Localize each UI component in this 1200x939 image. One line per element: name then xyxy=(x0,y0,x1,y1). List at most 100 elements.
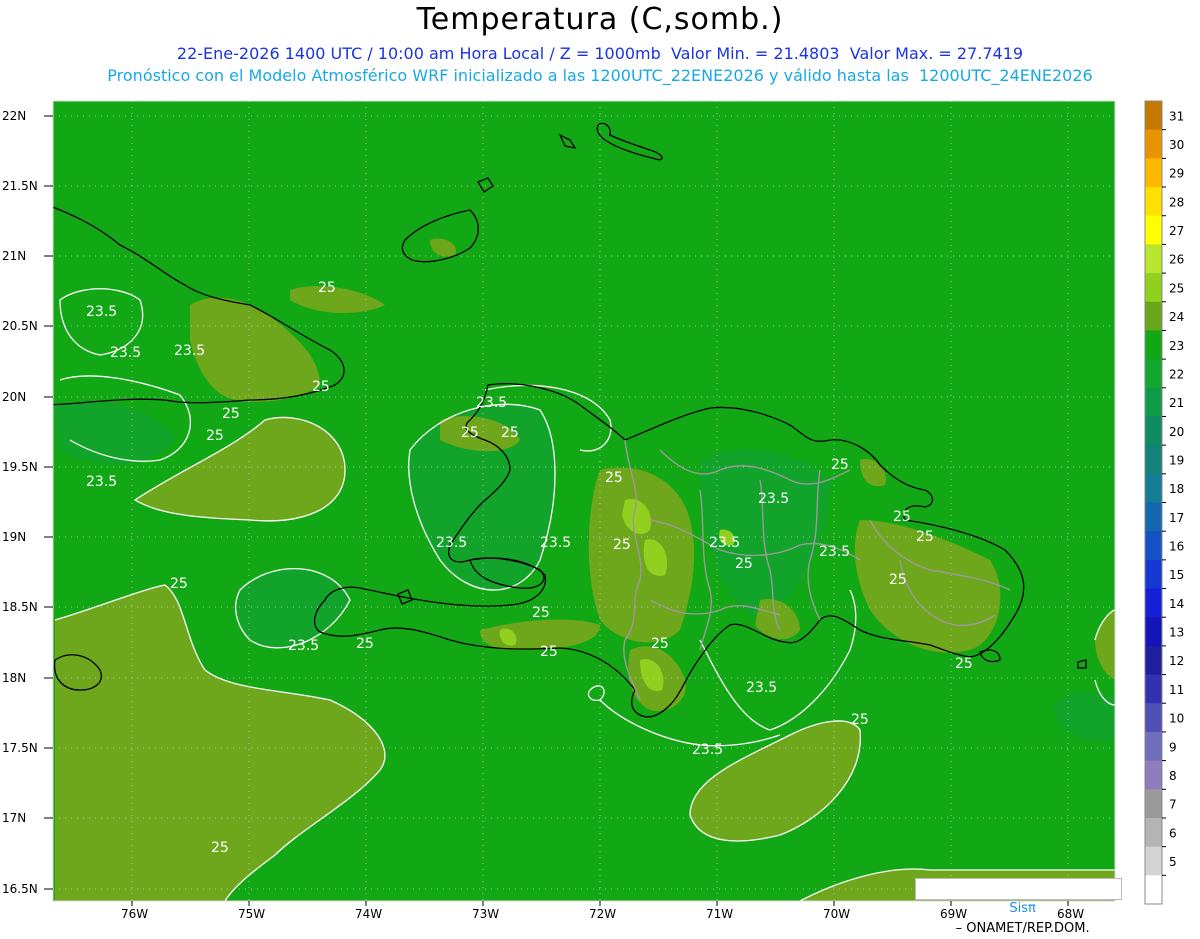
colorbar-cell xyxy=(1145,645,1162,676)
colorbar-cell xyxy=(1145,129,1162,159)
colorbar-tick-label: 27 xyxy=(1169,224,1184,238)
weather-map: 25 23.5 23.5 23.5 25 25 25 23.5 23.5 25 … xyxy=(2,100,1184,921)
lat-label: 18.5N xyxy=(2,600,38,614)
colorbar-cell xyxy=(1145,301,1162,331)
lon-label: 70W xyxy=(823,907,850,921)
lon-label: 74W xyxy=(355,907,382,921)
contour-label: 25 xyxy=(613,537,631,553)
contour-label: 25 xyxy=(318,280,336,296)
contour-label: 25 xyxy=(889,572,907,588)
contour-label: 23.5 xyxy=(709,535,740,551)
colorbar-tick-label: 29 xyxy=(1169,167,1184,181)
lat-label: 19N xyxy=(2,530,26,544)
colorbar-tick-label: 13 xyxy=(1169,626,1184,640)
colorbar-tick-label: 19 xyxy=(1169,453,1184,467)
colorbar-cell xyxy=(1145,703,1162,733)
colorbar-tick-label: 30 xyxy=(1169,138,1184,152)
latitude-axis: 22N 21.5N 21N 20.5N 20N 19.5N 19N 18.5N … xyxy=(2,109,38,896)
colorbar xyxy=(1145,101,1162,905)
contour-label: 25 xyxy=(955,656,973,672)
longitude-axis: 76W 75W 74W 73W 72W 71W 70W 69W 68W xyxy=(121,907,1084,921)
contour-label: 23.5 xyxy=(692,742,723,758)
contour-label: 23.5 xyxy=(819,544,850,560)
colorbar-tick-label: 10 xyxy=(1169,712,1184,726)
colorbar-tick-label: 25 xyxy=(1169,281,1184,295)
contour-label: 25 xyxy=(540,644,558,660)
contour-label: 23.5 xyxy=(476,395,507,411)
contour-label: 23.5 xyxy=(86,474,117,490)
colorbar-cell xyxy=(1145,387,1162,417)
colorbar-tick-label: 23 xyxy=(1169,339,1184,353)
colorbar-tick-label: 12 xyxy=(1169,654,1184,668)
colorbar-cell xyxy=(1145,244,1162,274)
colorbar-tick-label: 6 xyxy=(1169,826,1177,840)
contour-label: 23.5 xyxy=(758,491,789,507)
colorbar-cell xyxy=(1145,875,1162,905)
colorbar-tick-label: 17 xyxy=(1169,511,1184,525)
colorbar-cell xyxy=(1145,789,1162,819)
colorbar-tick-label: 7 xyxy=(1169,798,1177,812)
lat-label: 16.5N xyxy=(2,882,38,896)
colorbar-cell xyxy=(1145,817,1162,848)
credit-org: – ONAMET/REP.DOM. xyxy=(955,921,1090,936)
lon-label: 75W xyxy=(238,907,265,921)
colorbar-cell xyxy=(1145,559,1162,590)
credit-logo: Sisπ xyxy=(1009,901,1036,916)
lat-label: 17.5N xyxy=(2,741,38,755)
colorbar-cell xyxy=(1145,187,1162,217)
colorbar-tick-label: 24 xyxy=(1169,310,1184,324)
colorbar-cell xyxy=(1145,617,1162,647)
contour-label: 25 xyxy=(461,425,479,441)
colorbar-cell xyxy=(1145,531,1162,561)
contour-label: 25 xyxy=(851,712,869,728)
contour-label: 25 xyxy=(170,576,188,592)
colorbar-cell xyxy=(1145,674,1162,704)
contour-label: 25 xyxy=(916,529,934,545)
contour-label: 25 xyxy=(501,425,519,441)
lat-label: 18N xyxy=(2,671,26,685)
contour-label: 25 xyxy=(532,605,550,621)
contour-label: 23.5 xyxy=(746,680,777,696)
colorbar-cell xyxy=(1145,215,1162,245)
colorbar-cell xyxy=(1145,330,1162,360)
colorbar-tick-label: 18 xyxy=(1169,482,1184,496)
colorbar-cell xyxy=(1145,101,1162,131)
contour-label: 23.5 xyxy=(174,343,205,359)
contour-label: 23.5 xyxy=(110,345,141,361)
lon-label: 76W xyxy=(121,907,148,921)
latitude-ticks xyxy=(44,115,53,890)
colorbar-ticks: 31 30 29 28 27 26 25 24 23 22 21 20 19 18 17 16 15 14 13 12… xyxy=(1162,109,1184,876)
colorbar-tick-label: 28 xyxy=(1169,195,1184,209)
colorbar-cell xyxy=(1145,416,1162,446)
colorbar-tick-label: 11 xyxy=(1169,683,1184,697)
colorbar-tick-label: 15 xyxy=(1169,568,1184,582)
colorbar-tick-label: 5 xyxy=(1169,855,1177,869)
contour-label: 25 xyxy=(605,470,623,486)
colorbar-tick-label: 9 xyxy=(1169,740,1177,754)
contour-label: 23.5 xyxy=(86,304,117,320)
colorbar-cell xyxy=(1145,158,1162,188)
colorbar-tick-label: 8 xyxy=(1169,769,1177,783)
lon-label: 71W xyxy=(706,907,733,921)
lat-label: 21.5N xyxy=(2,179,38,193)
colorbar-cell xyxy=(1145,473,1162,503)
lat-label: 20.5N xyxy=(2,319,38,333)
contour-label: 25 xyxy=(735,556,753,572)
lon-label: 73W xyxy=(472,907,499,921)
colorbar-tick-label: 22 xyxy=(1169,367,1184,381)
contour-label: 25 xyxy=(356,636,374,652)
contour-label: 25 xyxy=(831,457,849,473)
lat-label: 20N xyxy=(2,390,26,404)
contour-label: 23.5 xyxy=(436,535,467,551)
contour-label: 23.5 xyxy=(288,638,319,654)
colorbar-cell xyxy=(1145,588,1162,618)
colorbar-cell xyxy=(1145,760,1162,790)
colorbar-cell xyxy=(1145,502,1162,532)
colorbar-cell xyxy=(1145,273,1162,303)
contour-label: 25 xyxy=(893,509,911,525)
colorbar-tick-label: 20 xyxy=(1169,425,1184,439)
lat-label: 21N xyxy=(2,249,26,263)
colorbar-cell xyxy=(1145,359,1162,389)
colorbar-cell xyxy=(1145,445,1162,475)
colorbar-tick-label: 31 xyxy=(1169,109,1184,123)
